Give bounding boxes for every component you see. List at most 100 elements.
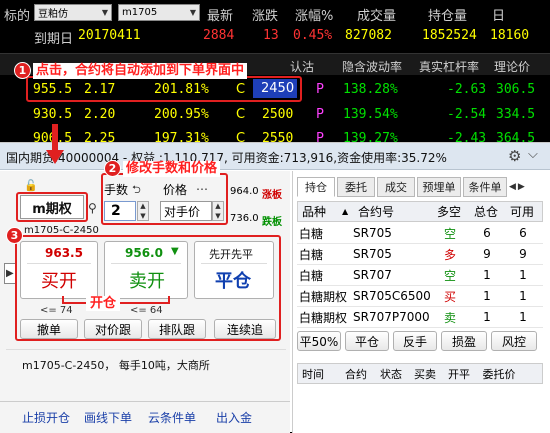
table-row[interactable]: 白糖 SR707 空 1 1 [297,265,543,286]
option-row[interactable]: 930.5 2.20 200.95% C 2500 P 139.54% -2.5… [0,103,550,125]
opt-pct: 197.31% [154,131,209,142]
scroll-right-icon[interactable]: ▶ [518,177,525,197]
opt-type: C [236,131,246,142]
pos-code: SR707P7000 [353,310,430,324]
table-row[interactable]: 白糖 SR705 空 6 6 [297,223,543,244]
link-stop-open[interactable]: 止损开仓 [22,409,70,426]
pos-avail: 6 [519,226,527,240]
col-iv: 隐含波动率 [342,60,403,74]
hdr-total[interactable]: 总仓 [468,203,504,220]
tab-orders[interactable]: 委托 [337,177,375,197]
link-transfer[interactable]: 出入金 [216,409,252,426]
collapse-icon[interactable]: ⌵ [528,147,538,162]
pos-name: 白糖 [299,268,324,283]
pos-name: 白糖 [299,226,324,241]
divider [0,401,290,402]
opt-theo: 334.5 [496,107,536,122]
ord-hdr-price[interactable]: 委托价 [476,366,522,382]
tab-preset[interactable]: 预埋单 [417,177,461,197]
qty-price-highlight [101,173,228,225]
callout-2-text: 修改手数和价格 [123,160,221,177]
expiry-value: 20170411 [78,28,141,43]
link-cloud-condition[interactable]: 云条件单 [148,409,196,426]
opt-put: P [316,131,324,142]
step-1-badge: 1 [14,62,31,79]
callout-4-text: 开仓 [86,296,121,311]
opt-c2: 2.25 [84,131,116,142]
expiry-label: 到期日 [34,32,74,47]
contract-info: m1705-C-2450， 每手10吨，大商所 [22,359,210,372]
ord-hdr-contract[interactable]: 合约 [338,366,374,382]
ord-hdr-side[interactable]: 买卖 [408,366,442,382]
ord-hdr-time[interactable]: 时间 [298,366,338,382]
col-change: 涨跌 [252,9,279,24]
arrow-shaft [52,124,58,150]
pos-avail: 1 [519,289,527,303]
chevron-down-icon: ▼ [101,8,108,17]
reverse-label: 反手 [402,334,427,349]
pos-total: 1 [483,268,491,282]
lock-icon[interactable]: 🔓 [24,179,38,192]
stop-profit-button[interactable]: 损盈 [441,331,487,351]
opt-strike: 2500 [262,107,294,122]
table-row[interactable]: 白糖期权 SR707P7000 卖 1 1 [297,307,543,328]
positions-panel: 持仓 委托 成交 预埋单 条件单 ◀ ▶ 品种 ▲ 合约号 多空 总仓 可用 白… [292,171,550,433]
col-theo: 理论价 [494,60,531,74]
limit-down-value: 736.0 [230,213,259,224]
reverse-button[interactable]: 反手 [393,331,437,351]
contract-select[interactable]: m1705 ▼ [118,4,200,21]
search-icon[interactable]: ⚲ [88,201,97,215]
account-info: 国内期货:40000004 - 权益 :1,110,717, 可用资金:713,… [6,151,447,165]
pos-total: 6 [483,226,491,240]
close-half-button[interactable]: 平50% [297,331,341,351]
opt-iv: 138.28% [343,82,398,97]
tab-conditional[interactable]: 条件单 [463,177,507,197]
tab-trades[interactable]: 成交 [377,177,415,197]
table-row[interactable]: 白糖 SR705 多 9 9 [297,244,543,265]
opt-pct: 200.95% [154,107,209,122]
tab-positions[interactable]: 持仓 [297,177,335,197]
hdr-name[interactable]: 品种 [298,203,342,220]
option-row[interactable]: 906.5 2.25 197.31% C 2550 P 139.27% -2.4… [0,128,550,142]
pos-total: 1 [483,310,491,324]
change-pct-value: 0.45% [293,28,333,43]
close-position-button[interactable]: 平仓 [345,331,389,351]
opt-price: 930.5 [33,107,73,122]
symbol-select[interactable]: 豆粕仿 ▼ [34,4,112,21]
quote-header: 标的 豆粕仿 ▼ m1705 ▼ 最新 涨跌 涨幅% 成交量 持仓量 日 到期日 2… [0,0,550,50]
scroll-left-icon[interactable]: ◀ [509,177,516,197]
hdr-avail[interactable]: 可用 [504,203,540,220]
table-row[interactable]: 白糖期权 SR705C6500 买 1 1 [297,286,543,307]
days-value: 18160 [490,28,530,43]
arrow-indicator [46,150,64,164]
link-draw-order[interactable]: 画线下单 [84,409,132,426]
gear-icon[interactable]: ⚙ [508,147,521,165]
divider [6,349,286,350]
opt-lev: -2.43 [447,131,487,142]
ord-hdr-status[interactable]: 状态 [374,366,408,382]
col-days: 日 [492,9,506,24]
tab-orders-label: 委托 [345,181,367,194]
callout-1: 1 点击，合约将自动添加到下单界面中 [14,62,248,79]
risk-control-label: 风控 [501,334,526,349]
limit-up-value: 964.0 [230,186,259,197]
symbol-label: 标的 [4,9,31,24]
callout-1-text: 点击，合约将自动添加到下单界面中 [33,62,248,79]
selected-row-highlight [26,76,302,102]
pos-dir: 卖 [443,310,456,325]
expand-icon[interactable]: ▶ [4,263,16,284]
positions-header: 品种 ▲ 合约号 多空 总仓 可用 [297,201,543,222]
limit-down-label: 跌板 [262,217,282,228]
pos-avail: 9 [519,247,527,261]
pos-total: 9 [483,247,491,261]
opt-lev: -2.63 [447,82,487,97]
hdr-code[interactable]: 合约号 [352,203,430,220]
contract-type-highlight [16,192,88,222]
ord-hdr-openclose[interactable]: 开平 [442,366,476,382]
risk-control-button[interactable]: 风控 [491,331,537,351]
pos-dir: 空 [443,268,456,283]
pos-dir: 多 [443,247,456,262]
opt-strike: 2550 [262,131,294,142]
tab-conditional-label: 条件单 [468,181,502,194]
hdr-dir[interactable]: 多空 [430,203,468,220]
